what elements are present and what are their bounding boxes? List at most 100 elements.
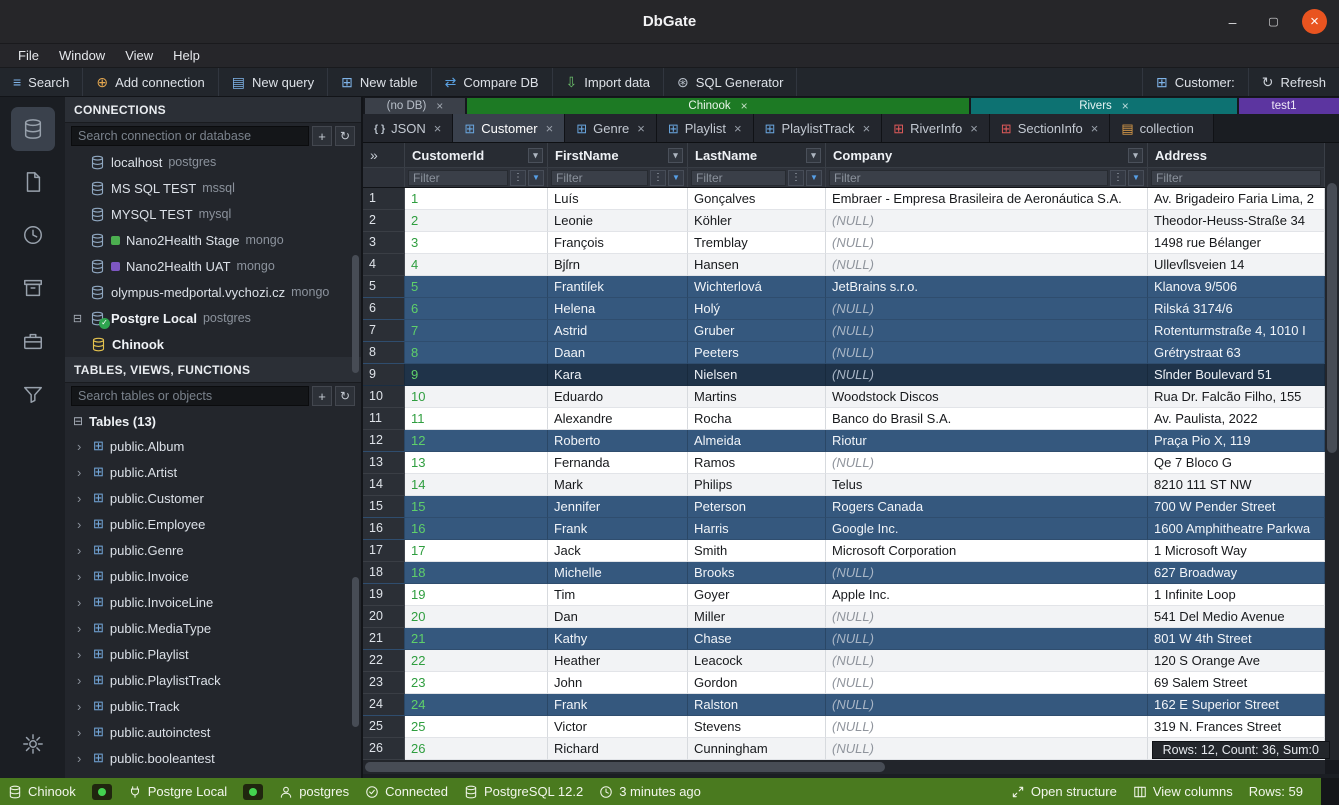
filter-input-customerid[interactable] [408, 170, 508, 186]
cell-firstname[interactable]: Frank [548, 518, 688, 540]
cell-customerid[interactable]: 20 [405, 606, 548, 628]
table-row[interactable]: 19 19 Tim Goyer Apple Inc. 1 Infinite Lo… [363, 584, 1325, 606]
table-row[interactable]: 24 24 Frank Ralston (NULL) 162 E Superio… [363, 694, 1325, 716]
cell-company[interactable]: (NULL) [826, 320, 1148, 342]
cell-firstname[interactable]: Tim [548, 584, 688, 606]
cell-company[interactable]: (NULL) [826, 452, 1148, 474]
close-icon[interactable]: × [1091, 121, 1099, 136]
cell-lastname[interactable]: Cunningham [688, 738, 826, 760]
cell-company[interactable]: Apple Inc. [826, 584, 1148, 606]
cell-customerid[interactable]: 2 [405, 210, 548, 232]
cell-address[interactable]: Grétrystraat 63 [1148, 342, 1325, 364]
cell-lastname[interactable]: Almeida [688, 430, 826, 452]
cell-company[interactable]: (NULL) [826, 210, 1148, 232]
cell-address[interactable]: 319 N. Frances Street [1148, 716, 1325, 738]
table-item[interactable]: › ⊞ public.Artist [65, 459, 361, 485]
column-header-address[interactable]: Address [1148, 143, 1325, 167]
row-number[interactable]: 6 [363, 298, 405, 320]
cell-lastname[interactable]: Stevens [688, 716, 826, 738]
toolbar-button[interactable]: Add connection [83, 68, 218, 96]
toolbar-button[interactable]: SQL Generator [664, 68, 797, 96]
collapse-columns-button[interactable]: » [363, 143, 405, 167]
menu-item[interactable]: Window [49, 46, 115, 65]
chevron-right-icon[interactable]: › [77, 595, 87, 610]
cell-customerid[interactable]: 18 [405, 562, 548, 584]
cell-customerid[interactable]: 16 [405, 518, 548, 540]
close-icon[interactable]: × [434, 121, 442, 136]
cell-address[interactable]: 700 W Pender Street [1148, 496, 1325, 518]
row-number[interactable]: 18 [363, 562, 405, 584]
filter-funnel-button[interactable]: ▼ [1128, 170, 1144, 186]
table-row[interactable]: 2 2 Leonie Köhler (NULL) Theodor-Heuss-S… [363, 210, 1325, 232]
refresh-list-button[interactable] [335, 386, 355, 406]
connection-item[interactable]: ✓ Nano2Health UAT mongo [65, 253, 361, 279]
cell-address[interactable]: 162 E Superior Street [1148, 694, 1325, 716]
cell-firstname[interactable]: Fernanda [548, 452, 688, 474]
table-row[interactable]: 15 15 Jennifer Peterson Rogers Canada 70… [363, 496, 1325, 518]
connections-scrollbar-thumb[interactable] [352, 255, 359, 373]
cell-company[interactable]: Microsoft Corporation [826, 540, 1148, 562]
cell-address[interactable]: Qe 7 Bloco G [1148, 452, 1325, 474]
filter-funnel-button[interactable]: ▼ [528, 170, 544, 186]
collapse-icon[interactable]: ⊟ [73, 414, 83, 428]
chevron-right-icon[interactable]: › [77, 491, 87, 506]
table-item[interactable]: › ⊞ public.Playlist [65, 641, 361, 667]
tab-group[interactable]: Chinook × [467, 98, 969, 114]
minimize-button[interactable]: – [1220, 9, 1245, 34]
table-row[interactable]: 9 9 Kara Nielsen (NULL) Sſnder Boulevard… [363, 364, 1325, 386]
row-number[interactable]: 26 [363, 738, 405, 760]
toolbar-button[interactable]: Search [0, 68, 83, 96]
table-row[interactable]: 10 10 Eduardo Martins Woodstock Discos R… [363, 386, 1325, 408]
cell-firstname[interactable]: Alexandre [548, 408, 688, 430]
cell-address[interactable]: Praça Pio X, 119 [1148, 430, 1325, 452]
cell-firstname[interactable]: Michelle [548, 562, 688, 584]
cell-lastname[interactable]: Goyer [688, 584, 826, 606]
row-number[interactable]: 15 [363, 496, 405, 518]
cell-customerid[interactable]: 8 [405, 342, 548, 364]
cell-customerid[interactable]: 10 [405, 386, 548, 408]
cell-customerid[interactable]: 21 [405, 628, 548, 650]
row-number[interactable]: 13 [363, 452, 405, 474]
row-number[interactable]: 5 [363, 276, 405, 298]
cell-company[interactable]: (NULL) [826, 364, 1148, 386]
cell-address[interactable]: Sſnder Boulevard 51 [1148, 364, 1325, 386]
toolbar-button[interactable]: Import data [553, 68, 665, 96]
cell-firstname[interactable]: Victor [548, 716, 688, 738]
chevron-down-icon[interactable]: ▾ [1128, 148, 1143, 163]
tab-group[interactable]: Rivers × [971, 98, 1237, 114]
cell-customerid[interactable]: 1 [405, 188, 548, 210]
toolbar-button[interactable]: Customer: [1142, 68, 1248, 96]
cell-address[interactable]: Theodor-Heuss-Straße 34 [1148, 210, 1325, 232]
row-number[interactable]: 23 [363, 672, 405, 694]
cell-firstname[interactable]: Kathy [548, 628, 688, 650]
cell-address[interactable]: Av. Paulista, 2022 [1148, 408, 1325, 430]
row-number[interactable]: 24 [363, 694, 405, 716]
cell-firstname[interactable]: Heather [548, 650, 688, 672]
cell-customerid[interactable]: 22 [405, 650, 548, 672]
chevron-right-icon[interactable]: › [77, 673, 87, 688]
table-row[interactable]: 23 23 John Gordon (NULL) 69 Salem Street [363, 672, 1325, 694]
close-icon[interactable]: × [637, 121, 645, 136]
cell-company[interactable]: (NULL) [826, 650, 1148, 672]
tables-scrollbar-thumb[interactable] [352, 577, 359, 727]
cell-address[interactable]: 627 Broadway [1148, 562, 1325, 584]
cell-firstname[interactable]: Dan [548, 606, 688, 628]
chevron-down-icon[interactable]: ▾ [668, 148, 683, 163]
toolbar-button[interactable]: Refresh [1248, 68, 1339, 96]
nav-rail-item[interactable] [11, 372, 55, 416]
cell-lastname[interactable]: Wichterlová [688, 276, 826, 298]
row-number[interactable]: 8 [363, 342, 405, 364]
chevron-down-icon[interactable]: ▾ [806, 148, 821, 163]
cell-lastname[interactable]: Martins [688, 386, 826, 408]
connection-item[interactable]: ✓ Nano2Health Stage mongo [65, 227, 361, 253]
toolbar-button[interactable]: New table [328, 68, 432, 96]
cell-company[interactable]: Riotur [826, 430, 1148, 452]
connections-search-input[interactable] [71, 126, 309, 146]
row-number[interactable]: 9 [363, 364, 405, 386]
table-item[interactable]: › ⊞ public.autoinctest [65, 719, 361, 745]
table-item[interactable]: › ⊞ public.PlaylistTrack [65, 667, 361, 693]
filter-menu-button[interactable]: ⋮ [1110, 170, 1126, 186]
cell-firstname[interactable]: Frantiſek [548, 276, 688, 298]
cell-lastname[interactable]: Ramos [688, 452, 826, 474]
cell-customerid[interactable]: 9 [405, 364, 548, 386]
